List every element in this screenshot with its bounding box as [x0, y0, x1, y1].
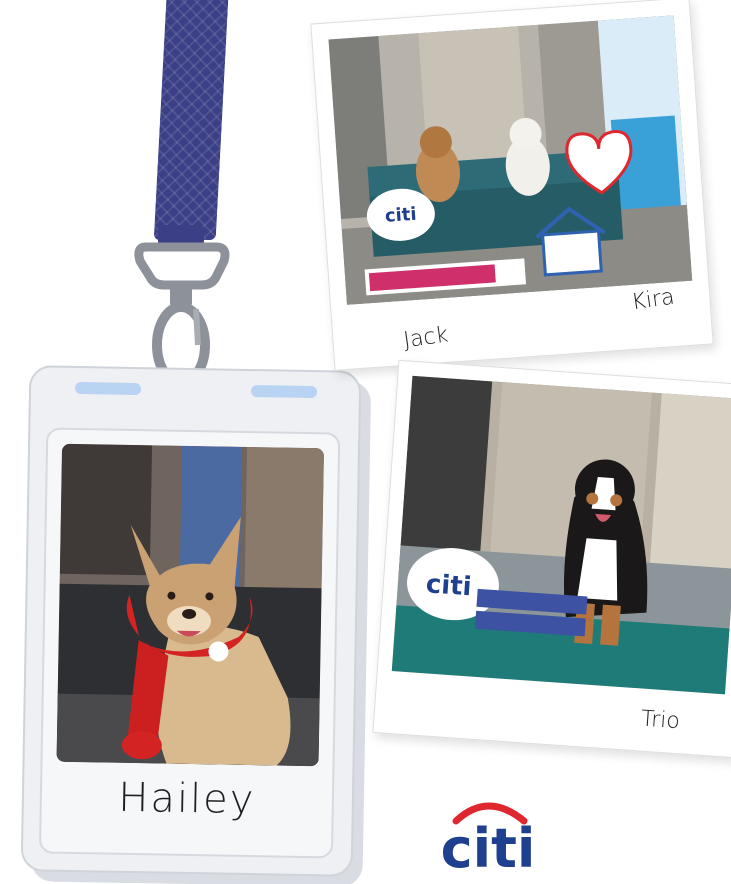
polaroid-jack-kira: citi Jack Kira	[310, 0, 714, 371]
badge-inner: Hailey	[38, 427, 341, 859]
citi-logo-text: citi	[441, 817, 536, 877]
svg-text:citi: citi	[425, 569, 473, 602]
polaroid-name-kira: Kira	[629, 284, 677, 316]
lanyard-strap	[153, 0, 229, 240]
dog-photo-trio: citi	[391, 375, 731, 695]
citi-logo-icon: citi	[441, 802, 536, 877]
polaroid-name-trio: Trio	[640, 706, 681, 735]
polaroid-trio: citi Trio	[372, 359, 731, 759]
badge-name: Hailey	[117, 774, 256, 824]
svg-text:citi: citi	[384, 204, 417, 227]
polaroid-name-jack: Jack	[402, 322, 450, 354]
dog-photo-jack-kira: citi	[328, 15, 693, 305]
badge-slot-left	[74, 381, 142, 396]
id-badge: Hailey	[20, 365, 362, 877]
dog-photo-hailey	[56, 443, 325, 767]
badge-slot-right	[250, 385, 318, 399]
